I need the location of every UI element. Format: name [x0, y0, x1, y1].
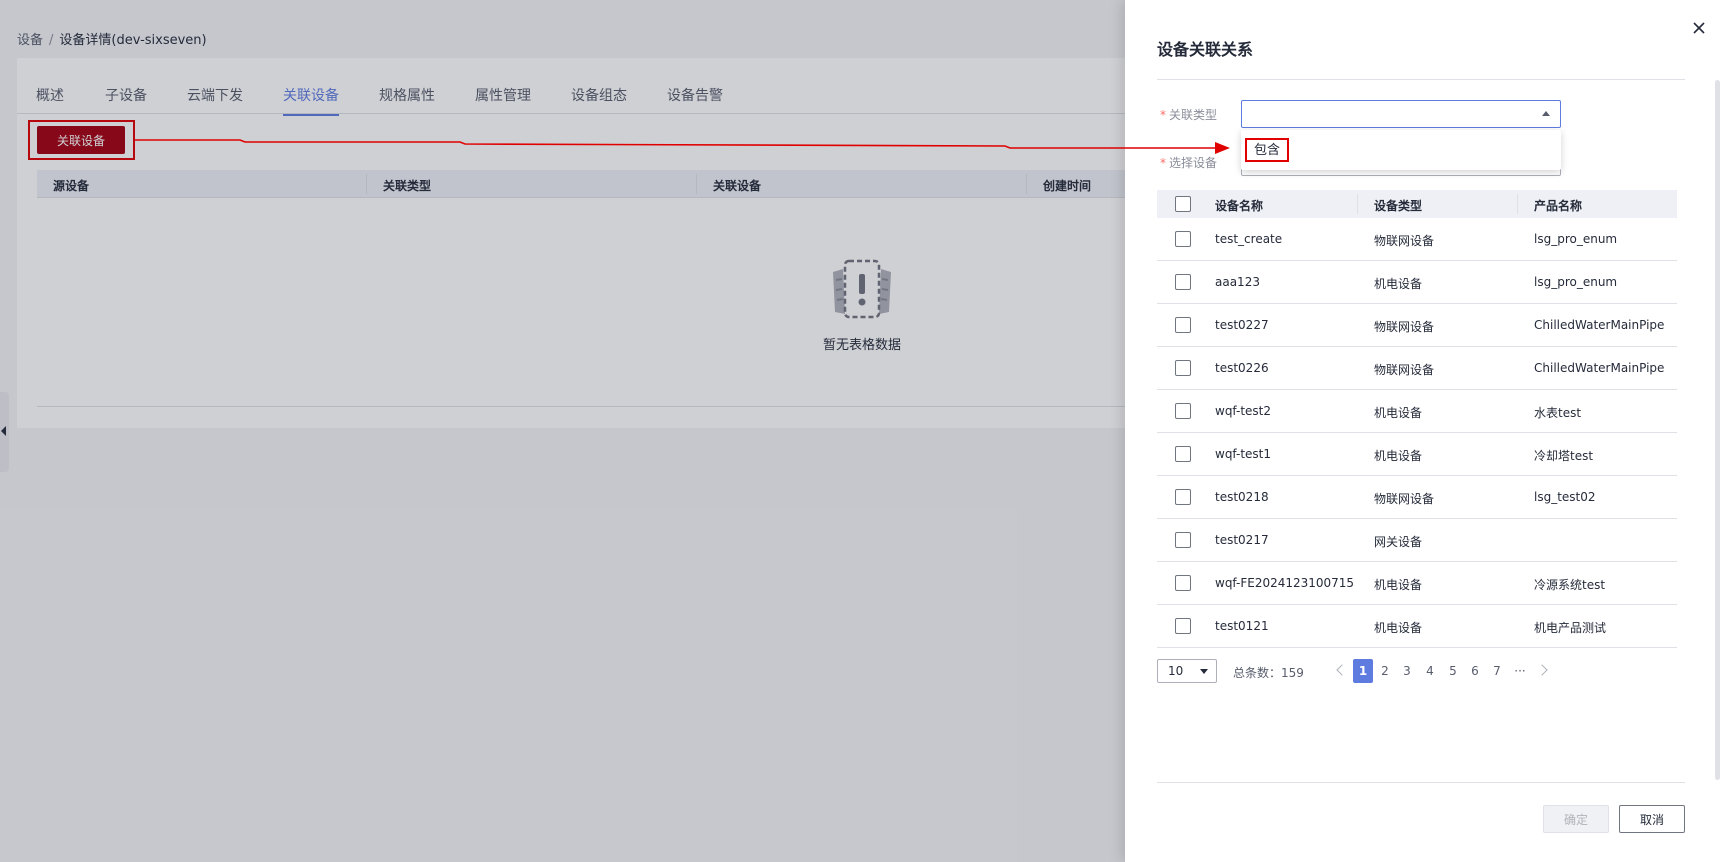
row-checkbox[interactable]: [1175, 532, 1191, 548]
device-name-cell: test0218: [1215, 490, 1269, 504]
table-row[interactable]: test0217 网关设备: [1157, 519, 1677, 562]
page-5[interactable]: 5: [1443, 659, 1463, 683]
device-name-cell: test0226: [1215, 361, 1269, 375]
device-name-cell: test0121: [1215, 619, 1269, 633]
device-association-drawer: 设备关联关系 * 关联类型 * 选择设备 包含 设备名称 设备类型 产品名称 tes…: [1125, 0, 1724, 862]
page-ellipsis[interactable]: ···: [1510, 659, 1530, 683]
caret-down-icon: [1200, 669, 1208, 674]
page-1[interactable]: 1: [1353, 659, 1373, 683]
device-type-cell: 物联网设备: [1374, 363, 1435, 377]
table-row[interactable]: aaa123 机电设备 lsg_pro_enum: [1157, 261, 1677, 304]
column-device-name[interactable]: 设备名称: [1215, 197, 1263, 214]
row-checkbox[interactable]: [1175, 489, 1191, 505]
column-product-name[interactable]: 产品名称: [1534, 197, 1582, 214]
device-name-cell: wqf-FE2024123100715: [1215, 576, 1355, 590]
table-row[interactable]: wqf-test1 机电设备 冷却塔test: [1157, 433, 1677, 476]
product-name-cell: 水表test: [1534, 406, 1582, 420]
confirm-button[interactable]: 确定: [1543, 805, 1609, 833]
cancel-button[interactable]: 取消: [1619, 805, 1685, 833]
title-divider: [1157, 79, 1685, 80]
device-name-cell: aaa123: [1215, 275, 1260, 289]
row-checkbox[interactable]: [1175, 618, 1191, 634]
relation-type-select[interactable]: [1241, 100, 1561, 128]
product-name-cell: ChilledWaterMainPipe: [1534, 361, 1665, 375]
table-row[interactable]: test0227 物联网设备 ChilledWaterMainPipe: [1157, 304, 1677, 347]
page-size-select[interactable]: 10: [1157, 659, 1217, 683]
page-7[interactable]: 7: [1487, 659, 1507, 683]
relation-type-label: * 关联类型: [1160, 106, 1217, 123]
product-name-cell: 冷源系统test: [1534, 578, 1606, 592]
drawer-scrollbar[interactable]: [1715, 80, 1720, 780]
product-name-cell: lsg_pro_enum: [1534, 275, 1618, 289]
device-type-cell: 物联网设备: [1374, 320, 1435, 334]
caret-up-icon: [1542, 111, 1550, 116]
dropdown-option-contains[interactable]: 包含: [1245, 138, 1290, 162]
column-divider: [1517, 194, 1518, 214]
row-checkbox[interactable]: [1175, 446, 1191, 462]
column-device-type[interactable]: 设备类型: [1374, 197, 1422, 214]
row-checkbox[interactable]: [1175, 403, 1191, 419]
table-row[interactable]: test0218 物联网设备 lsg_test02: [1157, 476, 1677, 519]
device-type-cell: 机电设备: [1374, 621, 1423, 635]
table-row[interactable]: test0226 物联网设备 ChilledWaterMainPipe: [1157, 347, 1677, 390]
table-row[interactable]: test_create 物联网设备 lsg_pro_enum: [1157, 218, 1677, 261]
required-mark: *: [1160, 156, 1166, 170]
required-mark: *: [1160, 108, 1166, 122]
device-type-cell: 物联网设备: [1374, 234, 1435, 248]
row-checkbox[interactable]: [1175, 360, 1191, 376]
device-name-cell: wqf-test2: [1215, 404, 1272, 418]
device-name-cell: test0227: [1215, 318, 1269, 332]
device-type-cell: 机电设备: [1374, 449, 1423, 463]
page-2[interactable]: 2: [1375, 659, 1395, 683]
select-device-label-text: 选择设备: [1169, 156, 1218, 170]
row-checkbox[interactable]: [1175, 575, 1191, 591]
relation-type-label-text: 关联类型: [1169, 108, 1218, 122]
drawer-title: 设备关联关系: [1157, 40, 1254, 59]
next-page-icon[interactable]: [1536, 664, 1548, 676]
product-name-cell: lsg_pro_enum: [1534, 232, 1618, 246]
device-name-cell: test_create: [1215, 232, 1283, 246]
product-name-cell: lsg_test02: [1534, 490, 1596, 504]
row-checkbox[interactable]: [1175, 231, 1191, 247]
device-type-cell: 物联网设备: [1374, 492, 1435, 506]
product-name-cell: ChilledWaterMainPipe: [1534, 318, 1665, 332]
device-name-cell: test0217: [1215, 533, 1269, 547]
page-4[interactable]: 4: [1420, 659, 1440, 683]
page-size-value: 10: [1168, 664, 1184, 678]
row-checkbox[interactable]: [1175, 317, 1191, 333]
device-type-cell: 机电设备: [1374, 578, 1423, 592]
page-6[interactable]: 6: [1465, 659, 1485, 683]
device-type-cell: 机电设备: [1374, 277, 1423, 291]
table-row[interactable]: wqf-FE2024123100715 机电设备 冷源系统test: [1157, 562, 1677, 605]
table-row[interactable]: wqf-test2 机电设备 水表test: [1157, 390, 1677, 433]
device-type-cell: 网关设备: [1374, 535, 1423, 549]
device-name-cell: wqf-test1: [1215, 447, 1272, 461]
device-table-header: 设备名称 设备类型 产品名称: [1157, 190, 1677, 218]
table-row[interactable]: test0121 机电设备 机电产品测试: [1157, 605, 1677, 648]
product-name-cell: 冷却塔test: [1534, 449, 1594, 463]
relation-type-dropdown: 包含: [1241, 130, 1561, 170]
column-divider: [1357, 194, 1358, 214]
select-device-label: * 选择设备: [1160, 154, 1217, 171]
total-count: 总条数：159: [1233, 666, 1304, 680]
prev-page-icon[interactable]: [1336, 664, 1348, 676]
row-checkbox[interactable]: [1175, 274, 1191, 290]
page-3[interactable]: 3: [1397, 659, 1417, 683]
close-icon[interactable]: [1691, 20, 1707, 36]
device-type-cell: 机电设备: [1374, 406, 1423, 420]
product-name-cell: 机电产品测试: [1534, 621, 1607, 635]
select-all-checkbox[interactable]: [1175, 196, 1191, 212]
footer-divider: [1157, 782, 1685, 783]
